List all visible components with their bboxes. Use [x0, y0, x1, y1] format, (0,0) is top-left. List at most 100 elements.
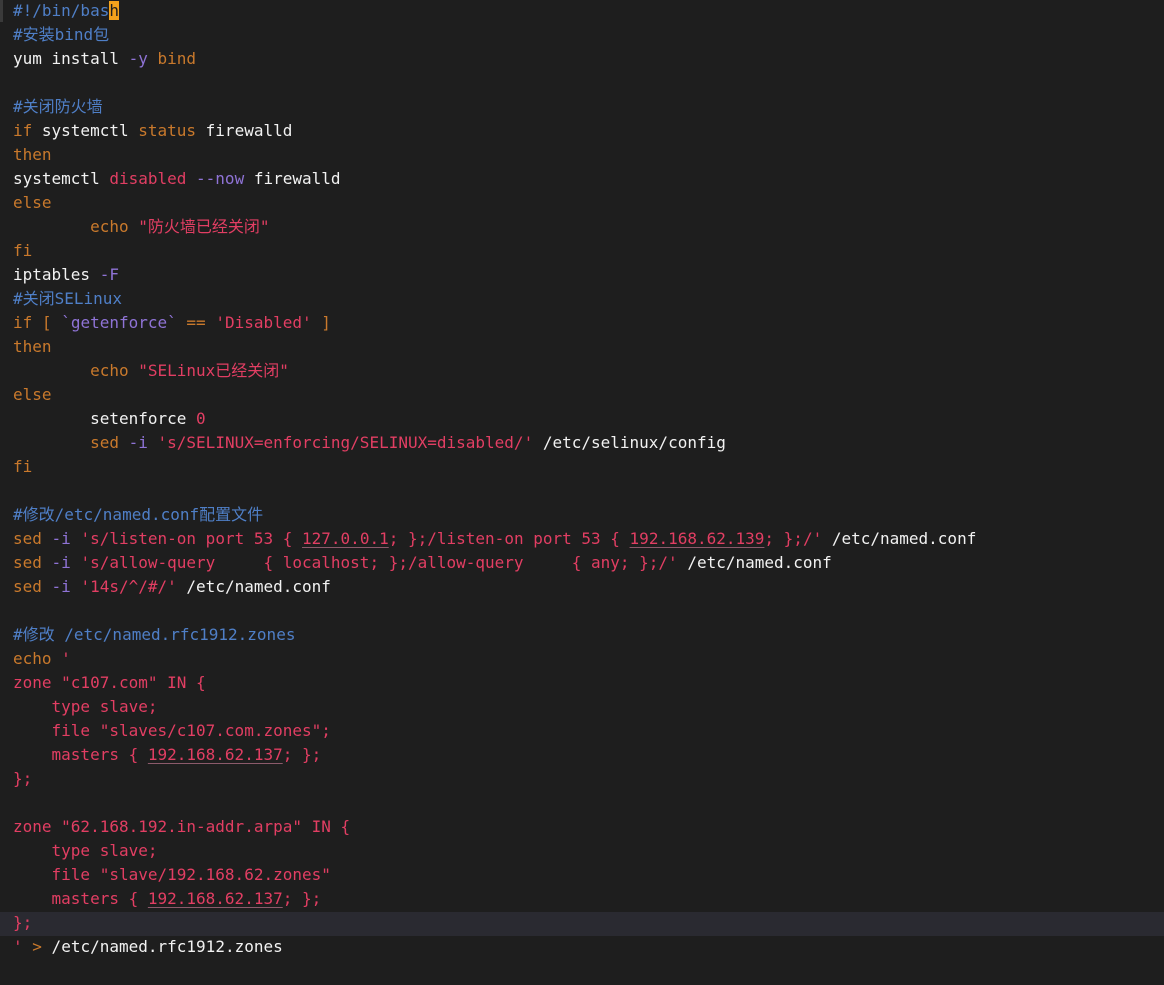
code-line[interactable]: then [13, 336, 1164, 360]
code-token: then [13, 337, 52, 356]
code-line[interactable]: #关闭防火墙 [13, 96, 1164, 120]
code-token: }; [13, 769, 33, 788]
code-token: 'Disabled' [215, 313, 312, 332]
code-token: -F [99, 265, 119, 284]
code-line[interactable]: echo ' [13, 648, 1164, 672]
code-token: /etc/named.conf [677, 553, 832, 572]
code-token: zone "c107.com" IN { [13, 673, 206, 692]
code-line[interactable]: systemctl disabled --now firewalld [13, 168, 1164, 192]
code-line[interactable]: else [13, 384, 1164, 408]
code-token: /etc/named.rfc1912.zones [41, 937, 283, 956]
code-token: [ [41, 313, 52, 332]
code-line[interactable]: then [13, 144, 1164, 168]
code-line[interactable] [13, 792, 1164, 816]
code-token: fi [13, 241, 33, 260]
code-line[interactable]: masters { 192.168.62.137; }; [13, 744, 1164, 768]
code-line[interactable]: fi [13, 240, 1164, 264]
code-token: echo [13, 649, 52, 668]
code-token: -y [128, 49, 148, 68]
code-token: sed [90, 433, 119, 452]
code-token: systemctl [13, 169, 110, 188]
code-line[interactable] [13, 72, 1164, 96]
code-token: type slave; [13, 841, 158, 860]
code-token: -i [51, 553, 71, 572]
code-token: /etc/named.conf [176, 577, 331, 596]
code-line[interactable]: }; [13, 768, 1164, 792]
code-line[interactable]: yum install -y bind [13, 48, 1164, 72]
code-area[interactable]: #!/bin/bash #安装bind包 yum install -y bind #关… [0, 0, 1164, 960]
code-line[interactable]: #安装bind包 [13, 24, 1164, 48]
code-token: ; }; [282, 889, 322, 908]
code-token: 0 [196, 409, 206, 428]
code-line[interactable]: if [ `getenforce` == 'Disabled' ] [13, 312, 1164, 336]
code-line[interactable]: fi [13, 456, 1164, 480]
code-line[interactable] [13, 600, 1164, 624]
code-token: }; [13, 913, 33, 932]
code-token: #关闭防火墙 [13, 97, 103, 116]
code-token: sed [13, 577, 42, 596]
code-editor[interactable]: #!/bin/bash #安装bind包 yum install -y bind #关… [0, 0, 1164, 985]
code-line[interactable]: sed -i 's/SELINUX=enforcing/SELINUX=disa… [13, 432, 1164, 456]
code-line[interactable]: echo "SELinux已经关闭" [13, 360, 1164, 384]
code-line[interactable]: masters { 192.168.62.137; }; [13, 888, 1164, 912]
code-token: ' [13, 937, 23, 956]
code-line[interactable] [13, 480, 1164, 504]
code-line[interactable]: }; [0, 912, 1164, 936]
code-line[interactable]: zone "62.168.192.in-addr.arpa" IN { [13, 816, 1164, 840]
code-token: "防火墙已经关闭" [138, 217, 270, 236]
code-line[interactable]: file "slave/192.168.62.zones" [13, 864, 1164, 888]
code-line[interactable]: sed -i '14s/^/#/' /etc/named.conf [13, 576, 1164, 600]
code-line[interactable]: echo "防火墙已经关闭" [13, 216, 1164, 240]
code-line[interactable]: file "slaves/c107.com.zones"; [13, 720, 1164, 744]
code-token: /etc/named.conf [822, 529, 977, 548]
code-token: file "slave/192.168.62.zones" [13, 865, 331, 884]
code-token: zone "62.168.192.in-addr.arpa" IN { [13, 817, 351, 836]
code-token: if [13, 121, 33, 140]
code-line[interactable]: else [13, 192, 1164, 216]
code-token: 's/SELINUX=enforcing/SELINUX=disabled/' [157, 433, 534, 452]
code-line[interactable]: zone "c107.com" IN { [13, 672, 1164, 696]
code-line[interactable]: type slave; [13, 840, 1164, 864]
code-token: systemctl [32, 121, 139, 140]
code-token: -i [51, 577, 71, 596]
code-line[interactable]: ' > /etc/named.rfc1912.zones [13, 936, 1164, 960]
code-line[interactable]: setenforce 0 [13, 408, 1164, 432]
code-token: `getenforce` [61, 313, 177, 332]
code-token: yum install [13, 49, 129, 68]
code-line[interactable]: type slave; [13, 696, 1164, 720]
code-token: '14s/^/#/' [80, 577, 177, 596]
code-line[interactable]: #关闭SELinux [13, 288, 1164, 312]
code-token: 's/listen-on port 53 { [80, 529, 303, 548]
code-token: iptables [13, 265, 100, 284]
code-token: ; }; [282, 745, 322, 764]
code-line[interactable]: sed -i 's/listen-on port 53 { 127.0.0.1;… [13, 528, 1164, 552]
code-line[interactable]: sed -i 's/allow-query { localhost; };/al… [13, 552, 1164, 576]
code-token: then [13, 145, 52, 164]
code-token: ' [61, 649, 71, 668]
code-line[interactable]: #修改/etc/named.conf配置文件 [13, 504, 1164, 528]
text-cursor: h [109, 1, 119, 20]
code-line[interactable]: #修改 /etc/named.rfc1912.zones [13, 624, 1164, 648]
code-token: #修改/etc/named.conf配置文件 [13, 505, 264, 524]
code-token: echo [90, 361, 129, 380]
code-line[interactable]: iptables -F [13, 264, 1164, 288]
code-token: -i [51, 529, 71, 548]
code-line[interactable]: #!/bin/bash [13, 0, 1164, 24]
code-line[interactable]: if systemctl status firewalld [13, 120, 1164, 144]
code-token: sed [13, 529, 42, 548]
code-token: status [138, 121, 197, 140]
code-token: #!/bin/bas [13, 1, 110, 20]
